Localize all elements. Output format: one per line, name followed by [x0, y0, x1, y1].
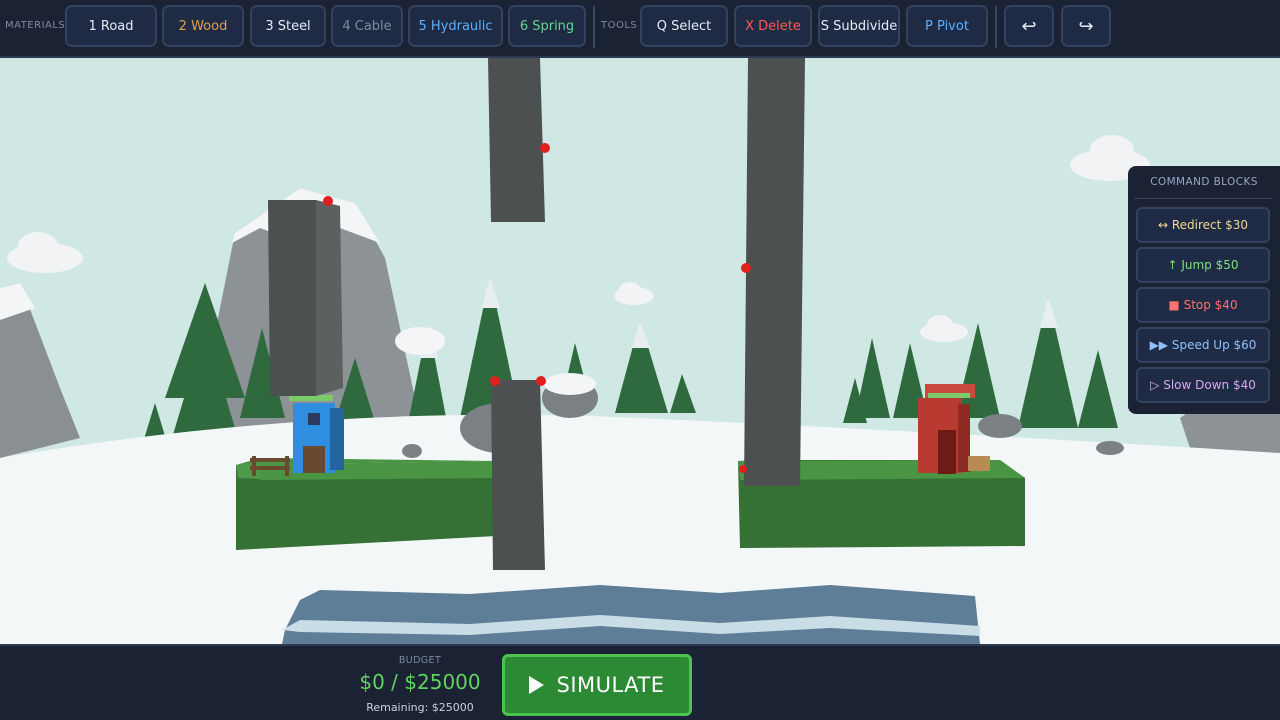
- jump-command-button[interactable]: ↑ Jump $50: [1136, 247, 1270, 283]
- toolbar-divider: [593, 6, 595, 48]
- scene-canvas[interactable]: [0, 58, 1280, 644]
- redirect-command-label: ↔ Redirect $30: [1157, 218, 1249, 232]
- material-wood-label: 2 Wood: [178, 18, 228, 34]
- materials-label: MATERIALS: [5, 20, 66, 31]
- budget-remaining: Remaining: $25000: [366, 701, 474, 714]
- material-spring-button[interactable]: 6 Spring: [508, 5, 586, 47]
- simulate-label: SIMULATE: [556, 673, 665, 697]
- command-blocks-panel: COMMAND BLOCKS ↔ Redirect $30 ↑ Jump $50…: [1128, 166, 1280, 414]
- redo-icon: ↪: [1078, 15, 1094, 37]
- material-cable-label: 4 Cable: [342, 18, 392, 34]
- toolbar-divider-2: [995, 6, 997, 48]
- frozen-river: [282, 585, 980, 644]
- material-steel-button[interactable]: 3 Steel: [250, 5, 326, 47]
- subdivide-tool-label: S Subdivide: [820, 18, 898, 34]
- material-cable-button[interactable]: 4 Cable: [331, 5, 403, 47]
- toolbar: MATERIALS 1 Road 2 Wood 3 Steel 4 Cable …: [0, 0, 1280, 58]
- game-viewport[interactable]: COMMAND BLOCKS ↔ Redirect $30 ↑ Jump $50…: [0, 58, 1280, 644]
- delete-tool-label: X Delete: [745, 18, 801, 34]
- select-tool-label: Q Select: [656, 18, 712, 34]
- undo-button[interactable]: ↩: [1004, 5, 1054, 47]
- speed-up-command-button[interactable]: ▶▶ Speed Up $60: [1136, 327, 1270, 363]
- pivot-tool-button[interactable]: P Pivot: [906, 5, 988, 47]
- material-wood-button[interactable]: 2 Wood: [162, 5, 244, 47]
- material-hydraulic-button[interactable]: 5 Hydraulic: [408, 5, 503, 47]
- subdivide-tool-button[interactable]: S Subdivide: [818, 5, 900, 47]
- stop-command-button[interactable]: ■ Stop $40: [1136, 287, 1270, 323]
- jump-command-label: ↑ Jump $50: [1167, 258, 1239, 272]
- tools-label: TOOLS: [601, 20, 638, 31]
- budget-label: BUDGET: [398, 655, 442, 666]
- undo-icon: ↩: [1021, 15, 1037, 37]
- simulate-button[interactable]: SIMULATE: [502, 654, 692, 716]
- select-tool-button[interactable]: Q Select: [640, 5, 728, 47]
- redirect-command-button[interactable]: ↔ Redirect $30: [1136, 207, 1270, 243]
- material-hydraulic-label: 5 Hydraulic: [418, 18, 493, 34]
- budget-value: $0 / $25000: [359, 670, 481, 694]
- material-spring-label: 6 Spring: [519, 18, 575, 34]
- slow-down-command-label: ▷ Slow Down $40: [1150, 378, 1256, 392]
- slow-down-command-button[interactable]: ▷ Slow Down $40: [1136, 367, 1270, 403]
- play-icon: [529, 676, 545, 694]
- redo-button[interactable]: ↪: [1061, 5, 1111, 47]
- material-steel-label: 3 Steel: [265, 18, 311, 34]
- material-road-label: 1 Road: [88, 18, 134, 34]
- pivot-tool-label: P Pivot: [925, 18, 969, 34]
- command-blocks-divider: [1134, 198, 1272, 199]
- delete-tool-button[interactable]: X Delete: [734, 5, 812, 47]
- speed-up-command-label: ▶▶ Speed Up $60: [1149, 338, 1257, 352]
- bottom-bar: BUDGET $0 / $25000 Remaining: $25000 SIM…: [0, 644, 1280, 720]
- stop-command-label: ■ Stop $40: [1168, 298, 1238, 312]
- material-road-button[interactable]: 1 Road: [65, 5, 157, 47]
- command-blocks-title: COMMAND BLOCKS: [1150, 176, 1258, 188]
